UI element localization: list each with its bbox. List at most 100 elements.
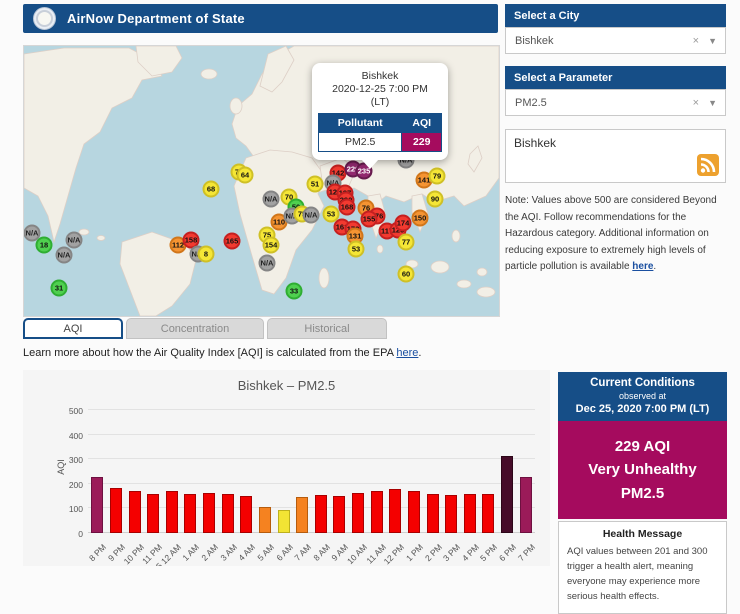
aqi-chart-panel: Bishkek – PM2.5 AQI 01002003004005008 PM… bbox=[23, 370, 550, 566]
aqi-marker[interactable]: 79 bbox=[429, 168, 446, 185]
chart-bar[interactable] bbox=[110, 488, 122, 533]
current-conditions-panel: Current Conditions observed at Dec 25, 2… bbox=[558, 372, 727, 614]
aqi-marker[interactable]: 90 bbox=[427, 191, 444, 208]
chart-bar[interactable] bbox=[147, 494, 159, 533]
city-clear-icon[interactable]: × bbox=[693, 35, 699, 47]
tab-historical[interactable]: Historical bbox=[267, 318, 387, 339]
chart-bar[interactable] bbox=[278, 510, 290, 533]
aqi-marker[interactable]: N/A bbox=[56, 247, 73, 264]
chart-x-label: 3 AM bbox=[218, 542, 239, 563]
parameter-clear-icon[interactable]: × bbox=[693, 97, 699, 109]
chart-bar[interactable] bbox=[464, 494, 476, 533]
chart-bar[interactable] bbox=[389, 489, 401, 533]
tab-aqi[interactable]: AQI bbox=[23, 318, 123, 339]
aqi-marker[interactable]: N/A bbox=[66, 232, 83, 249]
aqi-marker[interactable]: 8 bbox=[198, 246, 215, 263]
aqi-marker[interactable]: 77 bbox=[398, 234, 415, 251]
chart-bar[interactable] bbox=[184, 494, 196, 533]
aqi-marker[interactable]: 174 bbox=[395, 215, 412, 232]
chart-x-label: 5 AM bbox=[255, 542, 276, 563]
chart-bar[interactable] bbox=[259, 507, 271, 533]
chart-bar[interactable] bbox=[482, 494, 494, 533]
popup-pollutant-header: Pollutant bbox=[319, 114, 402, 133]
aqi-marker[interactable]: 165 bbox=[224, 233, 241, 250]
chart-bar[interactable] bbox=[520, 477, 532, 533]
chart-bar[interactable] bbox=[129, 491, 141, 533]
chart-bar[interactable] bbox=[240, 496, 252, 533]
chart-title: Bishkek – PM2.5 bbox=[23, 378, 550, 393]
aqi-marker[interactable]: 51 bbox=[307, 176, 324, 193]
aqi-marker[interactable]: 60 bbox=[398, 266, 415, 283]
chart-bar[interactable] bbox=[203, 493, 215, 533]
chart-bar[interactable] bbox=[91, 477, 103, 533]
aqi-marker[interactable]: N/A bbox=[303, 207, 320, 224]
chart-bar[interactable] bbox=[296, 497, 308, 533]
aqi-marker[interactable]: 68 bbox=[203, 181, 220, 198]
aqi-marker[interactable]: 53 bbox=[348, 241, 365, 258]
parameter-caret-icon[interactable]: ▼ bbox=[708, 98, 717, 108]
chart-x-label: 10 AM bbox=[345, 542, 369, 566]
city-select-value: Bishkek bbox=[515, 35, 554, 47]
popup-timezone: (LT) bbox=[318, 96, 442, 109]
chart-gridline bbox=[88, 458, 535, 459]
tab-concentration[interactable]: Concentration bbox=[126, 318, 264, 339]
chart-bar[interactable] bbox=[352, 493, 364, 533]
chart-x-label: 8 AM bbox=[311, 542, 332, 563]
view-tabs: AQI Concentration Historical bbox=[23, 318, 387, 339]
chart-y-tick: 400 bbox=[51, 431, 83, 441]
learn-more-link[interactable]: here bbox=[396, 347, 418, 359]
chart-bar[interactable] bbox=[166, 491, 178, 533]
chart-gridline bbox=[88, 434, 535, 435]
city-caret-icon[interactable]: ▼ bbox=[708, 36, 717, 46]
rss-icon[interactable] bbox=[697, 154, 719, 176]
chart-x-label: 4 PM bbox=[460, 542, 481, 563]
chart-bar[interactable] bbox=[371, 491, 383, 533]
app-title: AirNow Department of State bbox=[67, 11, 245, 26]
chart-x-label: 7 AM bbox=[292, 542, 313, 563]
chart-y-tick: 0 bbox=[51, 529, 83, 539]
aqi-marker[interactable]: 31 bbox=[51, 280, 68, 297]
learn-more-text: Learn more about how the Air Quality Ind… bbox=[23, 347, 421, 359]
parameter-select-header: Select a Parameter bbox=[505, 66, 726, 89]
aqi-marker[interactable]: N/A bbox=[259, 255, 276, 272]
aqi-marker[interactable]: 18 bbox=[36, 237, 53, 254]
health-message-title: Health Message bbox=[567, 528, 718, 540]
popup-aqi-table: Pollutant AQI PM2.5 229 bbox=[318, 113, 442, 152]
aqi-marker[interactable]: 154 bbox=[263, 237, 280, 254]
current-aqi-category: Very Unhealthy bbox=[562, 458, 723, 481]
chart-y-tick: 200 bbox=[51, 480, 83, 490]
learn-more-suffix: . bbox=[418, 347, 421, 359]
popup-aqi-value: 229 bbox=[402, 133, 442, 152]
note-link[interactable]: here bbox=[632, 261, 653, 272]
health-message-box: Health Message AQI values between 201 an… bbox=[558, 521, 727, 614]
airnow-page: AirNow Department of State bbox=[0, 0, 740, 566]
chart-x-label: 10 PM bbox=[121, 542, 145, 566]
rss-feed-box: Bishkek bbox=[505, 129, 726, 183]
aqi-note: Note: Values above 500 are considered Be… bbox=[505, 193, 726, 276]
chart-bar[interactable] bbox=[315, 495, 327, 533]
chart-x-label: 8 PM bbox=[87, 542, 108, 563]
current-conditions-title: Current Conditions bbox=[562, 377, 723, 389]
chart-bar[interactable] bbox=[222, 494, 234, 533]
chart-x-label: 2 AM bbox=[199, 542, 220, 563]
rss-feed-title: Bishkek bbox=[514, 136, 717, 150]
popup-city: Bishkek bbox=[318, 70, 442, 83]
observed-at-label: observed at bbox=[562, 391, 723, 401]
chart-bar[interactable] bbox=[333, 496, 345, 533]
chart-bar[interactable] bbox=[427, 494, 439, 533]
aqi-marker[interactable]: N/A bbox=[263, 191, 280, 208]
aqi-marker[interactable]: 64 bbox=[237, 167, 254, 184]
city-select[interactable]: Bishkek × ▼ bbox=[505, 27, 726, 54]
parameter-select[interactable]: PM2.5 × ▼ bbox=[505, 89, 726, 116]
chart-y-tick: 100 bbox=[51, 504, 83, 514]
chart-bar[interactable] bbox=[408, 491, 420, 533]
aqi-marker[interactable]: 155 bbox=[361, 211, 378, 228]
chart-bar[interactable] bbox=[501, 456, 513, 533]
aqi-marker[interactable]: 150 bbox=[412, 210, 429, 227]
aqi-marker[interactable]: 33 bbox=[286, 283, 303, 300]
chart-bar[interactable] bbox=[445, 495, 457, 533]
aqi-marker[interactable]: 168 bbox=[339, 199, 356, 216]
world-aqi-map[interactable]: N/A18N/AN/A31687664112158N/A816575154N/A… bbox=[23, 45, 500, 317]
chart-x-label: 12 PM bbox=[382, 542, 406, 566]
chart-x-label: 3 PM bbox=[441, 542, 462, 563]
